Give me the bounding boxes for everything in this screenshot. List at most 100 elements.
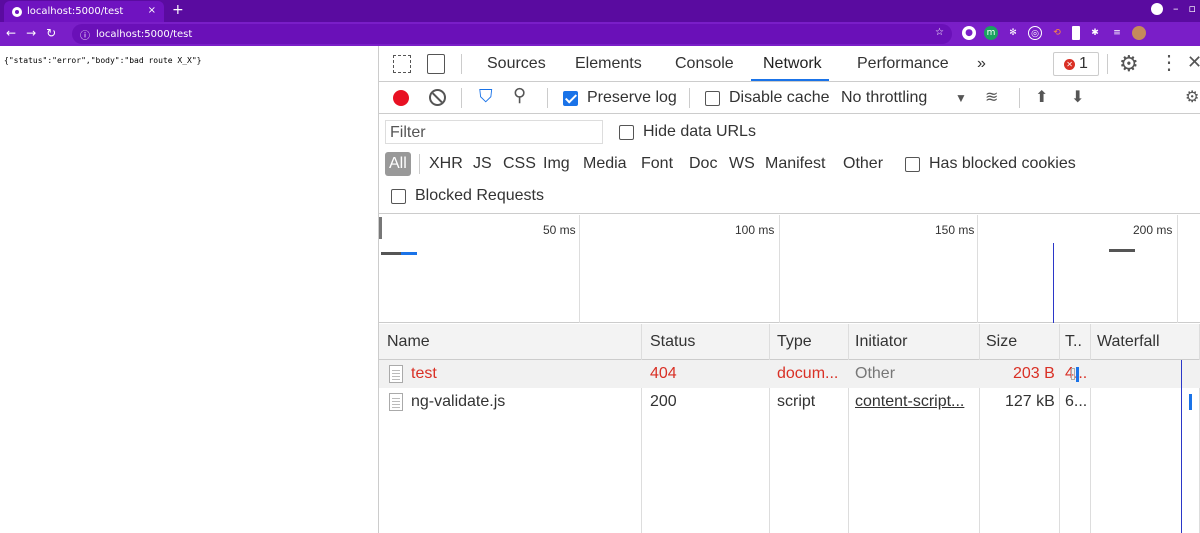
filter-bar: Filter Hide data URLs All XHR JS CSS Img…: [379, 114, 1200, 214]
device-toggle-icon[interactable]: [427, 54, 445, 74]
more-options-icon[interactable]: ⋮: [1159, 50, 1179, 75]
error-badge[interactable]: ✕ 1: [1053, 52, 1099, 76]
request-name[interactable]: ng-validate.js: [411, 393, 505, 411]
column-status[interactable]: Status: [650, 333, 695, 351]
overview-tick-label: 100 ms: [735, 223, 775, 237]
request-status: 404: [650, 365, 677, 382]
network-toolbar: ⛉ ⚲ Preserve log Disable cache No thrott…: [379, 82, 1200, 114]
extension-icon-1[interactable]: ●: [962, 26, 976, 40]
extension-icon-2[interactable]: m: [984, 26, 998, 40]
browser-tab[interactable]: localhost:5000/test ×: [4, 1, 164, 22]
has-blocked-cookies-label: Has blocked cookies: [929, 155, 1076, 172]
extension-icon-3[interactable]: ✻: [1006, 26, 1020, 40]
column-type[interactable]: Type: [777, 333, 812, 351]
clear-icon[interactable]: [429, 89, 446, 106]
has-blocked-cookies-checkbox[interactable]: [905, 156, 920, 174]
column-initiator[interactable]: Initiator: [855, 333, 907, 351]
menu-list-icon[interactable]: ≡: [1110, 26, 1124, 40]
column-name[interactable]: Name: [387, 333, 430, 351]
window-controls: – ▫: [1151, 2, 1196, 15]
extensions-puzzle-icon[interactable]: ✱: [1088, 26, 1102, 40]
overview-tick-label: 150 ms: [935, 223, 975, 237]
network-overview[interactable]: 50 ms 100 ms 150 ms 200 ms: [379, 215, 1200, 323]
waterfall-bar: [1189, 394, 1192, 410]
import-har-icon[interactable]: ⬆: [1035, 87, 1048, 107]
tab-sources[interactable]: Sources: [487, 55, 546, 73]
globe-icon: [12, 6, 22, 17]
type-other[interactable]: Other: [843, 155, 883, 173]
type-font[interactable]: Font: [641, 155, 673, 173]
inspect-element-icon[interactable]: [393, 55, 411, 73]
request-time: 6...: [1065, 393, 1088, 410]
type-ws[interactable]: WS: [729, 155, 755, 173]
table-row[interactable]: ng-validate.js 200 script content-script…: [379, 388, 1200, 416]
extension-icon-5[interactable]: ⟲: [1050, 26, 1064, 40]
network-conditions-icon[interactable]: ≋: [985, 87, 998, 107]
type-manifest[interactable]: Manifest: [765, 155, 825, 173]
table-row[interactable]: test 404 docum... Other 203 B 4...: [379, 360, 1200, 388]
column-waterfall[interactable]: Waterfall: [1097, 333, 1160, 351]
throttling-select[interactable]: No throttling: [841, 89, 927, 107]
overview-tick-label: 50 ms: [543, 223, 576, 237]
tab-network[interactable]: Network: [763, 55, 822, 73]
browser-toolbar: ← → ↻ ⓘ localhost:5000/test ☆ ● m ✻ ◎ ⟲ …: [0, 22, 1200, 46]
blocked-requests-checkbox[interactable]: [391, 188, 406, 206]
more-tabs-icon[interactable]: »: [977, 55, 986, 73]
request-status: 200: [650, 393, 677, 410]
close-devtools-icon[interactable]: ✕: [1187, 52, 1200, 73]
column-time[interactable]: T..: [1065, 333, 1082, 351]
request-initiator-link[interactable]: content-script...: [855, 393, 977, 411]
load-event-line: [1053, 243, 1054, 323]
panel-settings-icon[interactable]: ⚙: [1185, 87, 1199, 107]
avatar[interactable]: [1132, 26, 1146, 40]
disable-cache-checkbox[interactable]: [705, 90, 720, 108]
hide-data-urls-checkbox[interactable]: [619, 124, 634, 142]
restore-icon[interactable]: ▫: [1189, 2, 1196, 15]
overview-left-handle[interactable]: [379, 217, 382, 239]
minimize-icon[interactable]: –: [1173, 2, 1179, 15]
script-file-icon: [389, 393, 403, 411]
column-size[interactable]: Size: [986, 333, 1017, 351]
settings-gear-icon[interactable]: ⚙: [1119, 51, 1139, 77]
nav-buttons: ← → ↻: [6, 26, 56, 40]
type-css[interactable]: CSS: [503, 155, 536, 173]
back-icon[interactable]: ←: [6, 26, 16, 40]
blocked-requests-label: Blocked Requests: [415, 187, 544, 204]
record-icon[interactable]: [393, 90, 409, 106]
request-name[interactable]: test: [411, 365, 437, 383]
type-doc[interactable]: Doc: [689, 155, 717, 173]
error-count: 1: [1079, 55, 1088, 72]
filter-input[interactable]: Filter: [385, 120, 603, 144]
search-icon[interactable]: ⚲: [513, 85, 526, 106]
extension-icon-4[interactable]: ◎: [1028, 26, 1042, 40]
request-type: docum...: [777, 365, 839, 382]
new-tab-button[interactable]: +: [172, 2, 184, 18]
tab-performance[interactable]: Performance: [857, 55, 949, 73]
bookmark-star-icon[interactable]: ☆: [935, 27, 944, 38]
filter-funnel-icon[interactable]: ⛉: [479, 86, 493, 107]
type-img[interactable]: Img: [543, 155, 570, 173]
preserve-log-label: Preserve log: [587, 89, 677, 106]
reload-icon[interactable]: ↻: [46, 26, 56, 40]
tab-elements[interactable]: Elements: [575, 55, 642, 73]
preserve-log-checkbox[interactable]: [563, 90, 578, 108]
waterfall-bar: [1076, 367, 1079, 382]
forward-icon[interactable]: →: [26, 26, 36, 40]
page-body: {"status":"error","body":"bad route X_X"…: [0, 46, 378, 533]
tab-close-button[interactable]: ×: [148, 5, 156, 16]
waterfall-load-line: [1181, 360, 1182, 533]
type-xhr[interactable]: XHR: [429, 155, 463, 173]
chevron-down-icon[interactable]: ▼: [955, 91, 967, 105]
profile-down-icon[interactable]: [1151, 2, 1164, 15]
info-icon[interactable]: ⓘ: [80, 27, 90, 42]
type-all-label: All: [389, 155, 407, 172]
type-js[interactable]: JS: [473, 155, 492, 173]
overview-tick-label: 200 ms: [1133, 223, 1173, 237]
extension-icon-6[interactable]: [1072, 26, 1080, 40]
type-media[interactable]: Media: [583, 155, 627, 173]
url-text: localhost:5000/test: [96, 28, 193, 40]
export-har-icon[interactable]: ⬇: [1071, 87, 1084, 107]
request-size: 127 kB: [1005, 393, 1055, 410]
tab-console[interactable]: Console: [675, 55, 734, 73]
address-bar[interactable]: ⓘ localhost:5000/test ☆: [72, 24, 952, 44]
